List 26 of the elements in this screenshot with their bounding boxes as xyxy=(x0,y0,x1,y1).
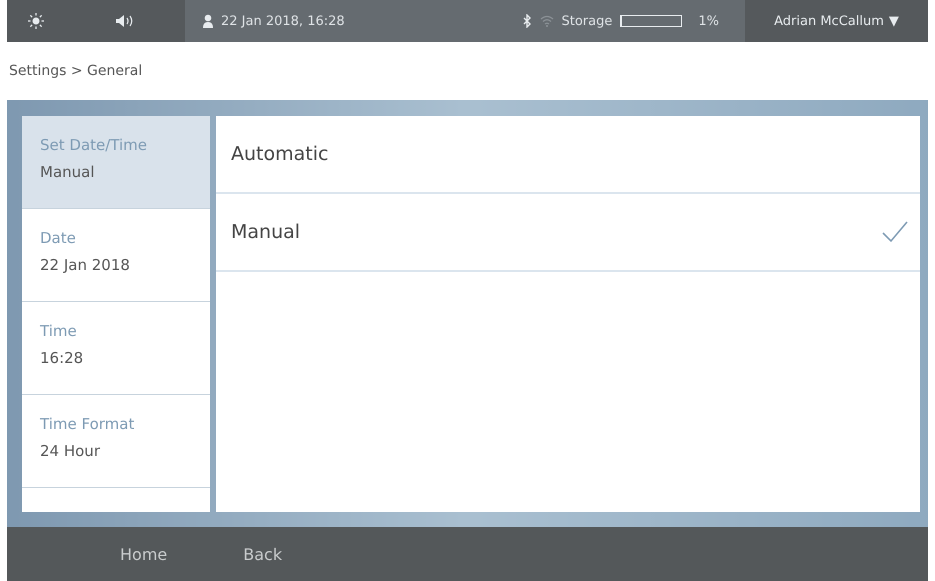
option-label: Automatic xyxy=(231,143,328,165)
brightness-icon[interactable] xyxy=(27,12,45,30)
nav-button[interactable]: Home xyxy=(112,538,176,570)
person-icon xyxy=(203,14,213,28)
date-time-text: 22 Jan 2018, 16:28 xyxy=(221,14,345,28)
setting-label: Time xyxy=(40,322,78,340)
breadcrumb: Settings > General xyxy=(9,63,142,79)
volume-icon[interactable] xyxy=(115,14,135,28)
storage-label: Storage xyxy=(562,14,612,28)
setting-label: Date xyxy=(40,229,77,247)
storage-bar xyxy=(620,15,682,27)
sidebar-item[interactable]: Set Date/Time Manual xyxy=(22,116,210,209)
option-row[interactable]: Automatic xyxy=(216,116,920,194)
setting-value: 24 Hour xyxy=(40,442,101,460)
setting-value: 16:28 xyxy=(40,349,84,367)
setting-label: Time Format xyxy=(40,415,136,433)
setting-value: Manual xyxy=(40,163,96,181)
wifi-icon xyxy=(540,15,554,27)
storage-reading: 1% xyxy=(698,14,719,28)
option-label: Manual xyxy=(231,221,300,243)
bluetooth-icon xyxy=(522,14,532,28)
nav-button[interactable]: Back xyxy=(235,538,290,570)
setting-label: Set Date/Time xyxy=(40,136,148,154)
option-row[interactable]: Manual xyxy=(216,194,920,272)
user-menu-button[interactable]: Adrian McCallum ▼ xyxy=(745,0,928,42)
setting-value: 22 Jan 2018 xyxy=(40,256,131,274)
